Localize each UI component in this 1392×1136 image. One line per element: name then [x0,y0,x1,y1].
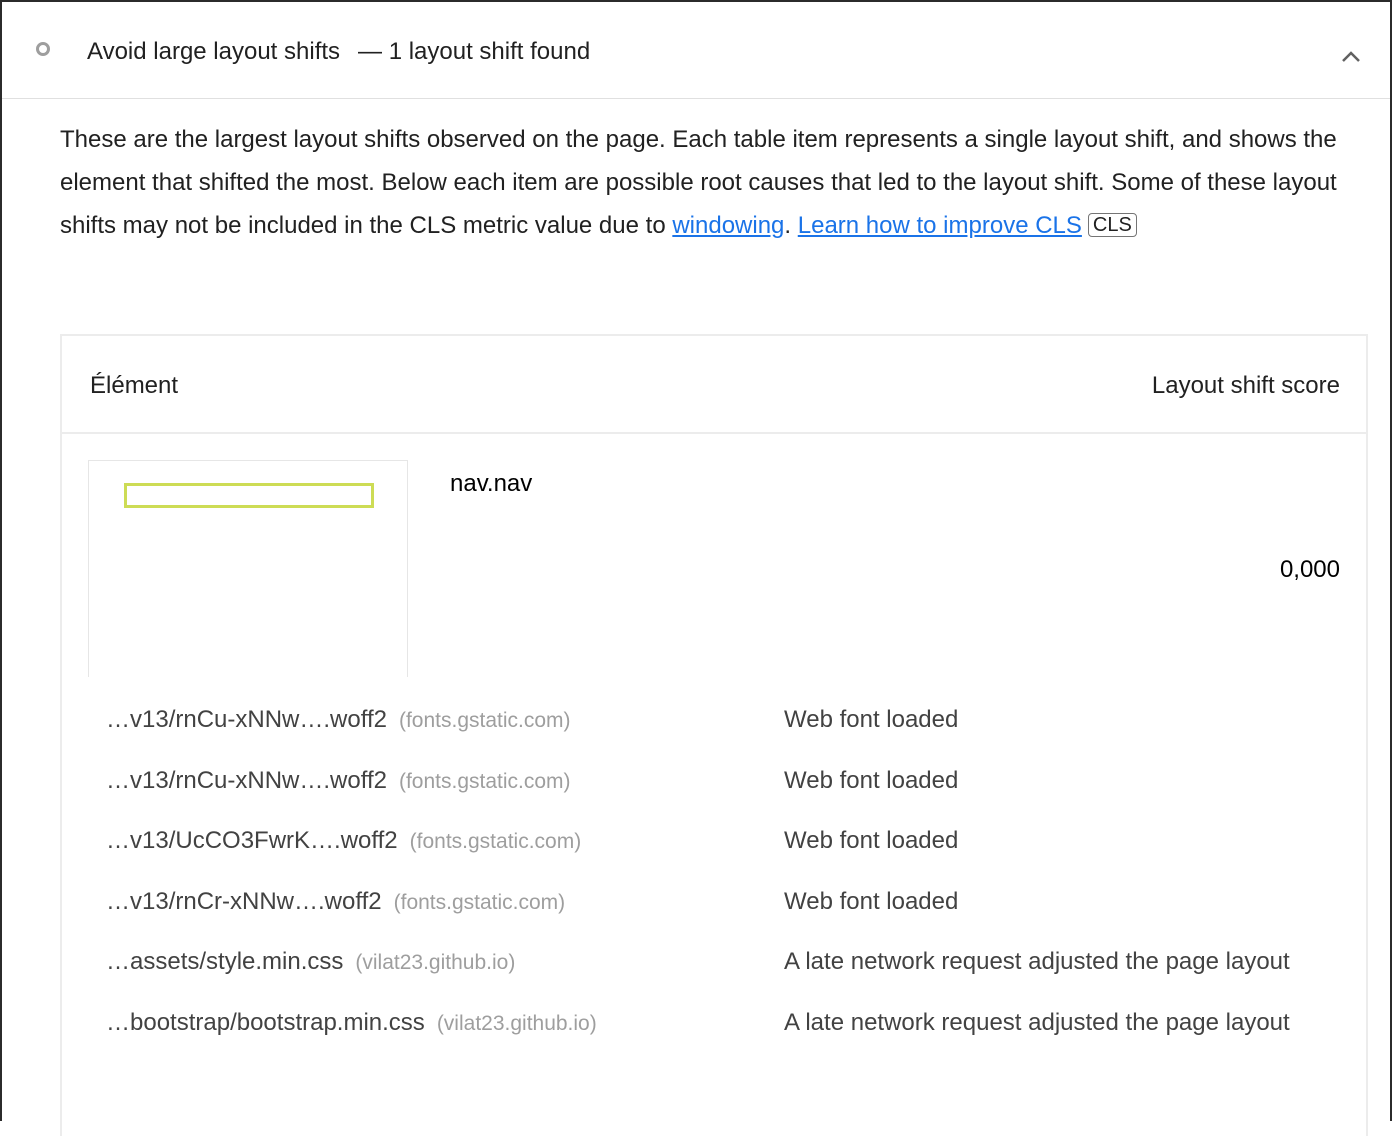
root-cause-url[interactable]: …v13/rnCr-xNNw….woff2 (fonts.gstatic.com) [106,888,565,916]
root-cause-url-text: …v13/UcCO3FwrK….woff2 [106,827,398,854]
root-cause-reason: Web font loaded [784,888,959,915]
layout-shift-table: Élément Layout shift score nav.nav 0,000… [60,334,1368,1136]
root-cause-row: …v13/rnCr-xNNw….woff2 (fonts.gstatic.com)… [62,888,1366,928]
root-cause-row: …bootstrap/bootstrap.min.css (vilat23.git… [62,1009,1366,1049]
root-cause-url[interactable]: …v13/UcCO3FwrK….woff2 (fonts.gstatic.com) [106,827,581,855]
root-cause-row: …v13/rnCu-xNNw….woff2 (fonts.gstatic.com)… [62,767,1366,807]
root-cause-url-text: …v13/rnCr-xNNw….woff2 [106,888,382,915]
root-cause-row: …assets/style.min.css (vilat23.github.io)… [62,948,1366,988]
description-separator: . [784,212,798,239]
root-cause-host: (fonts.gstatic.com) [393,891,566,914]
root-cause-url[interactable]: …assets/style.min.css (vilat23.github.io) [106,948,515,976]
element-screenshot-thumbnail[interactable] [88,460,408,677]
root-cause-url-text: …assets/style.min.css [106,948,344,975]
root-cause-host: (vilat23.github.io) [355,951,516,974]
column-header-element: Élément [90,372,179,399]
learn-cls-link[interactable]: Learn how to improve CLS [798,212,1082,239]
root-cause-host: (fonts.gstatic.com) [398,770,571,793]
root-cause-url[interactable]: …v13/rnCu-xNNw….woff2 (fonts.gstatic.com) [106,706,571,734]
root-cause-reason: Web font loaded [784,827,959,854]
root-cause-row: …v13/rnCu-xNNw….woff2 (fonts.gstatic.com)… [62,706,1366,746]
audit-title-separator: — [358,38,383,65]
root-cause-reason: A late network request adjusted the page… [784,948,1290,975]
audit-header[interactable]: Avoid large layout shifts — 1 layout shif… [2,2,1390,99]
root-cause-reason: Web font loaded [784,767,959,794]
root-cause-reason: Web font loaded [784,706,959,733]
informative-circle-icon [36,42,50,56]
column-header-score: Layout shift score [1151,372,1340,399]
root-cause-url-text: …v13/rnCu-xNNw….woff2 [106,767,387,794]
audit-description: These are the largest layout shifts obse… [60,118,1370,247]
root-cause-url-text: …bootstrap/bootstrap.min.css [106,1009,425,1036]
root-cause-reason: A late network request adjusted the page… [784,1009,1290,1036]
root-cause-url-text: …v13/rnCu-xNNw….woff2 [106,706,387,733]
chevron-up-icon[interactable] [1340,48,1362,64]
table-header: Élément Layout shift score [62,336,1366,434]
root-cause-host: (fonts.gstatic.com) [409,830,582,853]
root-cause-row: …v13/UcCO3FwrK….woff2 (fonts.gstatic.com)… [62,827,1366,867]
root-cause-host: (fonts.gstatic.com) [398,709,571,732]
root-cause-url[interactable]: …bootstrap/bootstrap.min.css (vilat23.git… [106,1009,597,1037]
root-cause-host: (vilat23.github.io) [436,1012,597,1035]
audit-display-value: 1 layout shift found [388,38,591,65]
root-cause-url[interactable]: …v13/rnCu-xNNw….woff2 (fonts.gstatic.com) [106,767,571,795]
node-label[interactable]: nav.nav [450,470,532,498]
audit-title-text: Avoid large layout shifts [87,38,341,65]
element-highlight-box [124,483,374,508]
layout-shift-score: 0,000 [1279,556,1340,583]
metric-badge: CLS [1087,213,1137,237]
audit-title[interactable]: Avoid large layout shifts — 1 layout shif… [87,38,590,66]
windowing-link[interactable]: windowing [672,212,784,239]
